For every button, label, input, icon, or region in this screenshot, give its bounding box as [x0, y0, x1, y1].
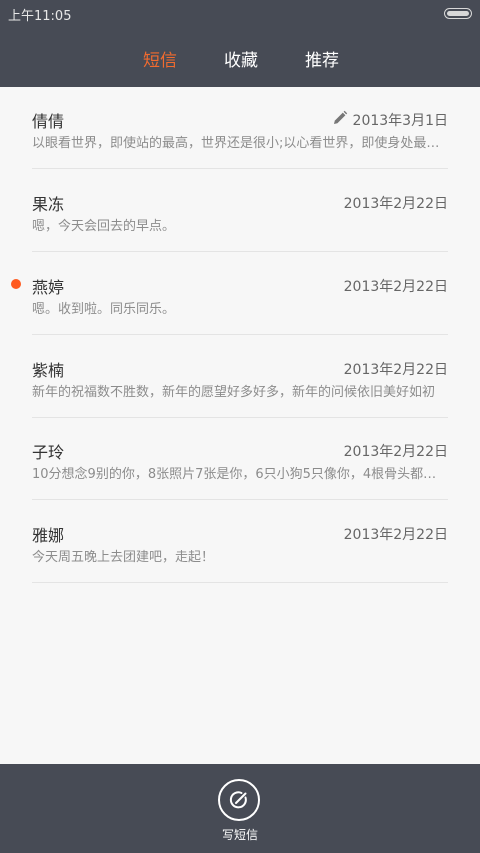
message-row[interactable]: 燕婷 2013年2月22日 嗯。收到啦。同乐同乐。: [32, 253, 448, 335]
compose-icon: [229, 791, 247, 809]
compose-label: 写短信: [221, 828, 258, 842]
message-preview: 10分想念9别的你，8张照片7张是你，6只小狗5只像你，4根骨头都给你: [32, 467, 448, 482]
bottom-bar: 写短信: [0, 764, 480, 853]
tab-recommend[interactable]: 推荐: [305, 46, 339, 71]
message-row[interactable]: 雅娜 2013年2月22日 今天周五晚上去团建吧，走起！: [32, 501, 448, 583]
message-date: 2013年3月1日: [352, 113, 448, 129]
message-preview: 今天周五晚上去团建吧，走起！: [32, 550, 215, 565]
compose-button[interactable]: [218, 779, 260, 821]
message-row[interactable]: 子玲 2013年2月22日 10分想念9别的你，8张照片7张是你，6只小狗5只像…: [32, 418, 448, 500]
pencil-icon: [334, 110, 348, 124]
contact-name: 果冻: [32, 195, 65, 214]
unread-dot-icon: [11, 279, 21, 289]
status-time: 上午11:05: [8, 9, 72, 24]
message-preview: 以眼看世界，即使站的最高，世界还是很小;以心看世界，即使身处最低处，世界也是很大: [32, 136, 448, 151]
contact-name: 燕婷: [32, 278, 65, 297]
contact-name: 倩倩: [32, 112, 65, 131]
message-preview: 嗯，今天会回去的早点。: [32, 219, 176, 234]
message-date: 2013年2月22日: [343, 279, 448, 295]
message-list: 倩倩 2013年3月1日 以眼看世界，即使站的最高，世界还是很小;以心看世界，即…: [0, 87, 480, 764]
message-date: 2013年2月22日: [343, 196, 448, 212]
message-row[interactable]: 紫楠 2013年2月22日 新年的祝福数不胜数，新年的愿望好多好多，新年的问候依…: [32, 336, 448, 418]
message-date: 2013年2月22日: [343, 362, 448, 378]
message-row[interactable]: 果冻 2013年2月22日 嗯，今天会回去的早点。: [32, 170, 448, 252]
message-date: 2013年2月22日: [343, 444, 448, 460]
contact-name: 紫楠: [32, 361, 65, 380]
status-bar: 上午11:05: [0, 0, 480, 28]
tab-bar: 短信 收藏 推荐: [0, 28, 480, 87]
battery-icon: [444, 8, 472, 19]
contact-name: 子玲: [32, 443, 65, 462]
contact-name: 雅娜: [32, 526, 65, 545]
tab-sms[interactable]: 短信: [143, 46, 177, 71]
message-row[interactable]: 倩倩 2013年3月1日 以眼看世界，即使站的最高，世界还是很小;以心看世界，即…: [32, 87, 448, 169]
message-date: 2013年2月22日: [343, 527, 448, 543]
message-preview: 嗯。收到啦。同乐同乐。: [32, 302, 176, 317]
message-preview: 新年的祝福数不胜数，新年的愿望好多好多，新年的问候依旧美好如初: [32, 385, 436, 400]
tab-favorites[interactable]: 收藏: [224, 46, 258, 71]
